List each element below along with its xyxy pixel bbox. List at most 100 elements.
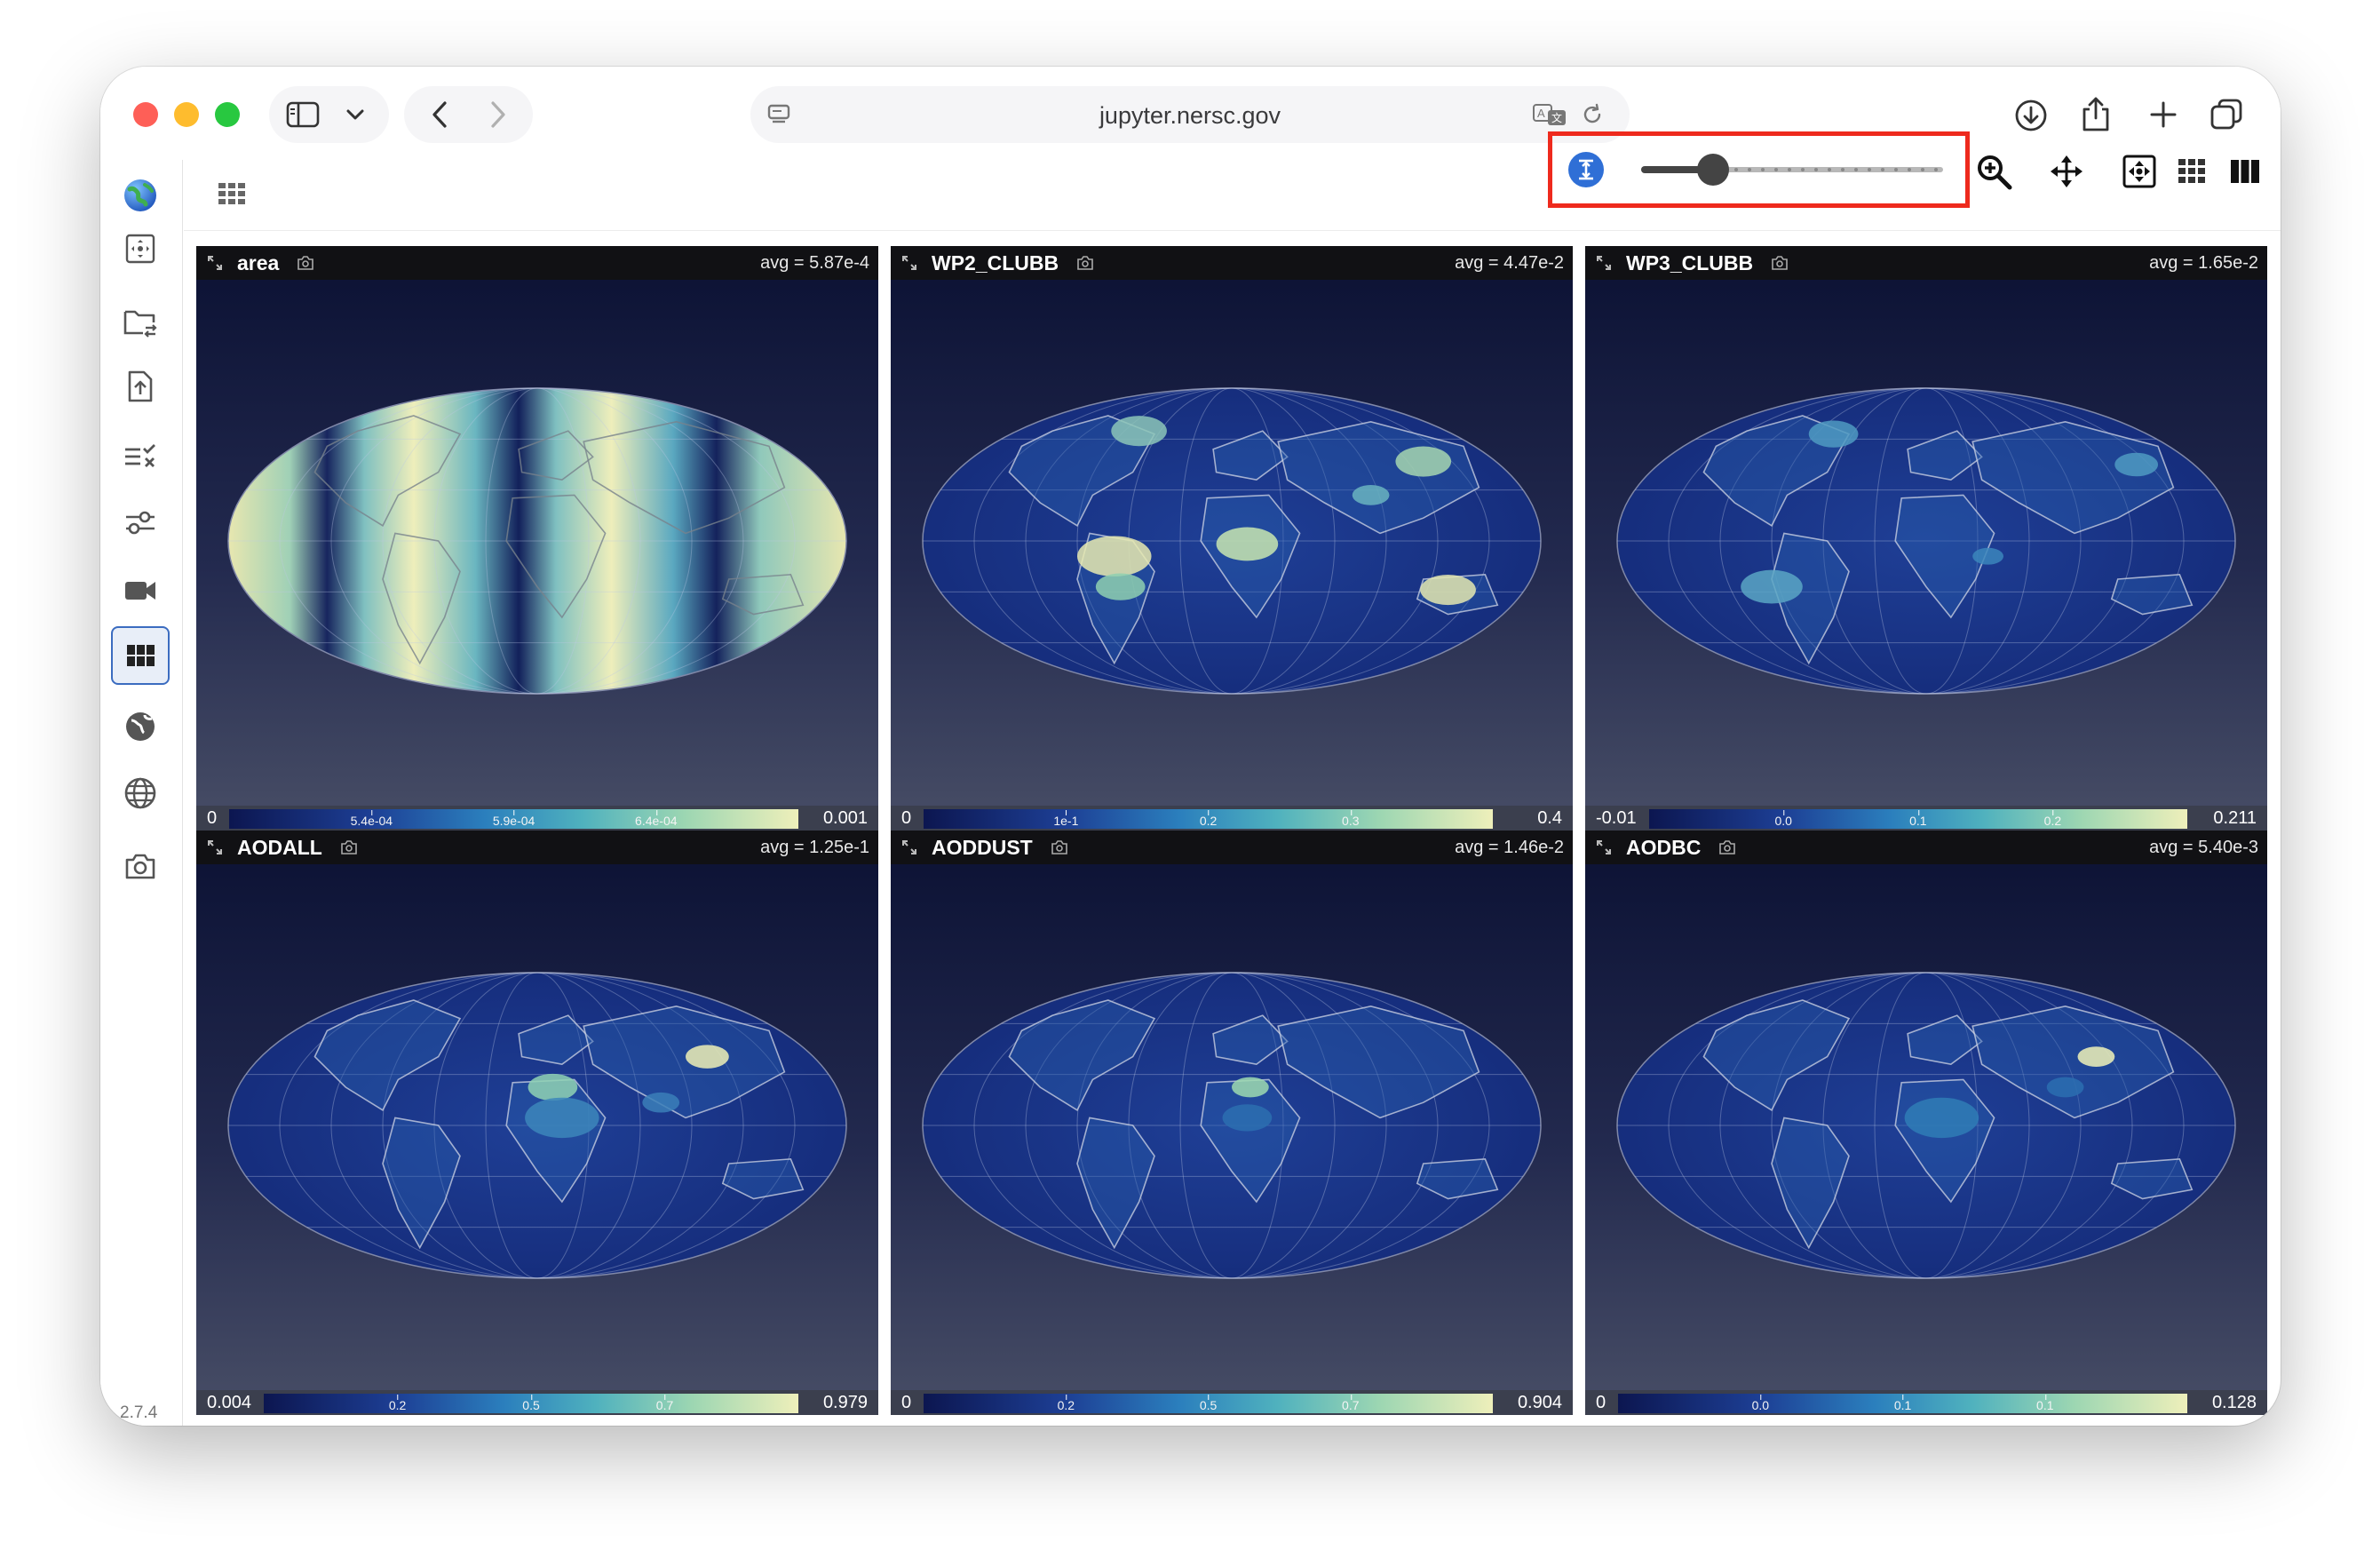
panel-average: avg = 1.25e-1	[760, 838, 869, 857]
camera-icon[interactable]	[1718, 840, 1736, 855]
map-plot[interactable]	[1585, 280, 2267, 806]
slider-tick	[1788, 168, 1791, 171]
slider-tick	[1734, 168, 1738, 171]
camera-video-icon[interactable]	[111, 561, 170, 620]
slider-tick	[1854, 168, 1858, 171]
columns-icon[interactable]	[2230, 159, 2260, 184]
map-panel[interactable]: AODDUST avg = 1.46e-2 0 0.2 0.5 0.7 0.904	[891, 831, 1573, 1415]
globe-outline-icon[interactable]	[111, 764, 170, 823]
colorbar-min: 0	[901, 1393, 912, 1412]
expand-icon[interactable]	[1596, 255, 1612, 271]
slider-tick	[1748, 168, 1751, 171]
app-sidebar	[100, 160, 183, 1426]
forward-icon[interactable]	[482, 99, 514, 131]
globe-solid-icon[interactable]	[111, 697, 170, 756]
chevron-down-icon[interactable]	[342, 102, 369, 127]
globe-logo-icon[interactable]	[111, 166, 170, 225]
field-hotspot	[1095, 573, 1146, 600]
zoom-in-icon[interactable]	[1974, 152, 2013, 191]
pan-icon[interactable]	[2049, 154, 2084, 189]
expand-icon[interactable]	[901, 255, 917, 271]
colorbar-tick: 5.4e-04	[350, 810, 393, 828]
tab-overview-icon[interactable]	[2207, 95, 2246, 134]
map-panel[interactable]: WP2_CLUBB avg = 4.47e-2 0 1e-1 0.2 0.3 0.4	[891, 246, 1573, 831]
field-hotspot	[1395, 446, 1452, 477]
colorbar-tick: 0.1	[1909, 810, 1927, 828]
colorbar-tick: 0.2	[1199, 810, 1218, 828]
sidebar-toggle-icon[interactable]	[285, 99, 321, 131]
screenshot-icon[interactable]	[111, 837, 170, 895]
slider-tick	[1801, 168, 1805, 171]
map-plot[interactable]	[1585, 864, 2267, 1390]
colorbar-tick: 0.5	[522, 1395, 540, 1412]
folder-swap-icon[interactable]	[111, 293, 170, 352]
sliders-icon[interactable]	[111, 493, 170, 552]
map-panel[interactable]: AODALL avg = 1.25e-1 0.004 0.2 0.5 0.7 0.9…	[196, 831, 878, 1415]
address-bar[interactable]: jupyter.nersc.gov A文	[750, 86, 1630, 143]
map-plot[interactable]	[196, 280, 878, 806]
back-icon[interactable]	[424, 99, 456, 131]
field-hotspot	[1808, 420, 1859, 448]
panel-title: WP3_CLUBB	[1626, 251, 1754, 274]
colorbar-gradient: 5.4e-04 5.9e-04 6.4e-04	[229, 809, 798, 829]
file-upload-icon[interactable]	[111, 357, 170, 416]
url-text: jupyter.nersc.gov	[1099, 102, 1281, 129]
colorbar: 0 0.2 0.5 0.7 0.904	[891, 1390, 1573, 1415]
field-hotspot	[2114, 452, 2158, 477]
field-hotspot	[1420, 575, 1476, 606]
colorbar-tick: 0.2	[2043, 810, 2062, 828]
panel-header: area avg = 5.87e-4	[196, 246, 878, 280]
panel-header: AODDUST avg = 1.46e-2	[891, 831, 1573, 864]
colorbar-tick: 0.5	[1199, 1395, 1218, 1412]
map-plot[interactable]	[891, 280, 1573, 806]
colorbar-tick: 6.4e-04	[635, 810, 678, 828]
map-plot[interactable]	[891, 864, 1573, 1390]
share-icon[interactable]	[2077, 93, 2114, 134]
colorbar-gradient: 0.2 0.5 0.7	[264, 1394, 798, 1413]
colorbar-min: 0.004	[207, 1393, 252, 1412]
navigation-group	[404, 86, 533, 143]
browser-window: jupyter.nersc.gov A文 2.7.4 area avg = 5.…	[100, 67, 2281, 1426]
camera-icon[interactable]	[297, 256, 314, 270]
minimize-window-button[interactable]	[174, 102, 199, 127]
expand-icon[interactable]	[901, 839, 917, 855]
colorbar-max: 0.979	[822, 1393, 868, 1412]
apps-grid-icon[interactable]	[218, 181, 246, 206]
expand-icon[interactable]	[1596, 839, 1612, 855]
row-height-icon[interactable]	[1567, 151, 1605, 188]
grid-layout-icon[interactable]	[111, 626, 170, 685]
camera-icon[interactable]	[340, 840, 358, 855]
field-hotspot	[1352, 485, 1390, 505]
grid-3x3-icon[interactable]	[2178, 158, 2206, 185]
download-icon[interactable]	[2012, 97, 2050, 134]
slider-tick	[1868, 168, 1871, 171]
map-panel[interactable]: WP3_CLUBB avg = 1.65e-2 -0.01 0.0 0.1 0.2 …	[1585, 246, 2267, 831]
translate-icon[interactable]: A文	[1530, 99, 1569, 131]
colorbar: 0 0.0 0.1 0.1 0.128	[1585, 1390, 2267, 1415]
map-panel[interactable]: AODBC avg = 5.40e-3 0 0.0 0.1 0.1 0.128	[1585, 831, 2267, 1415]
checklist-icon[interactable]	[111, 426, 170, 485]
slider-thumb[interactable]	[1696, 154, 1729, 186]
colorbar-tick: 0.1	[1893, 1395, 1912, 1412]
fit-view-icon[interactable]	[2121, 153, 2158, 190]
map-plot[interactable]	[196, 864, 878, 1390]
reset-view-icon[interactable]	[111, 219, 170, 278]
slider-tick	[1934, 168, 1938, 171]
reload-icon[interactable]	[1576, 99, 1608, 131]
camera-icon[interactable]	[1051, 840, 1068, 855]
slider-tick	[1774, 168, 1778, 171]
camera-icon[interactable]	[1076, 256, 1094, 270]
expand-icon[interactable]	[207, 255, 223, 271]
slider-tick	[1881, 168, 1884, 171]
svg-text:文: 文	[1551, 111, 1562, 124]
panel-average: avg = 5.40e-3	[2149, 838, 2258, 857]
expand-icon[interactable]	[207, 839, 223, 855]
map-panel[interactable]: area avg = 5.87e-4 0 5.4e-04 5.9e-04 6.4e-…	[196, 246, 878, 831]
field-hotspot	[1216, 527, 1279, 561]
colorbar: 0 1e-1 0.2 0.3 0.4	[891, 806, 1573, 831]
colorbar-max: 0.001	[822, 808, 868, 828]
new-tab-icon[interactable]	[2146, 97, 2181, 132]
camera-icon[interactable]	[1771, 256, 1789, 270]
maximize-window-button[interactable]	[215, 102, 240, 127]
close-window-button[interactable]	[133, 102, 158, 127]
